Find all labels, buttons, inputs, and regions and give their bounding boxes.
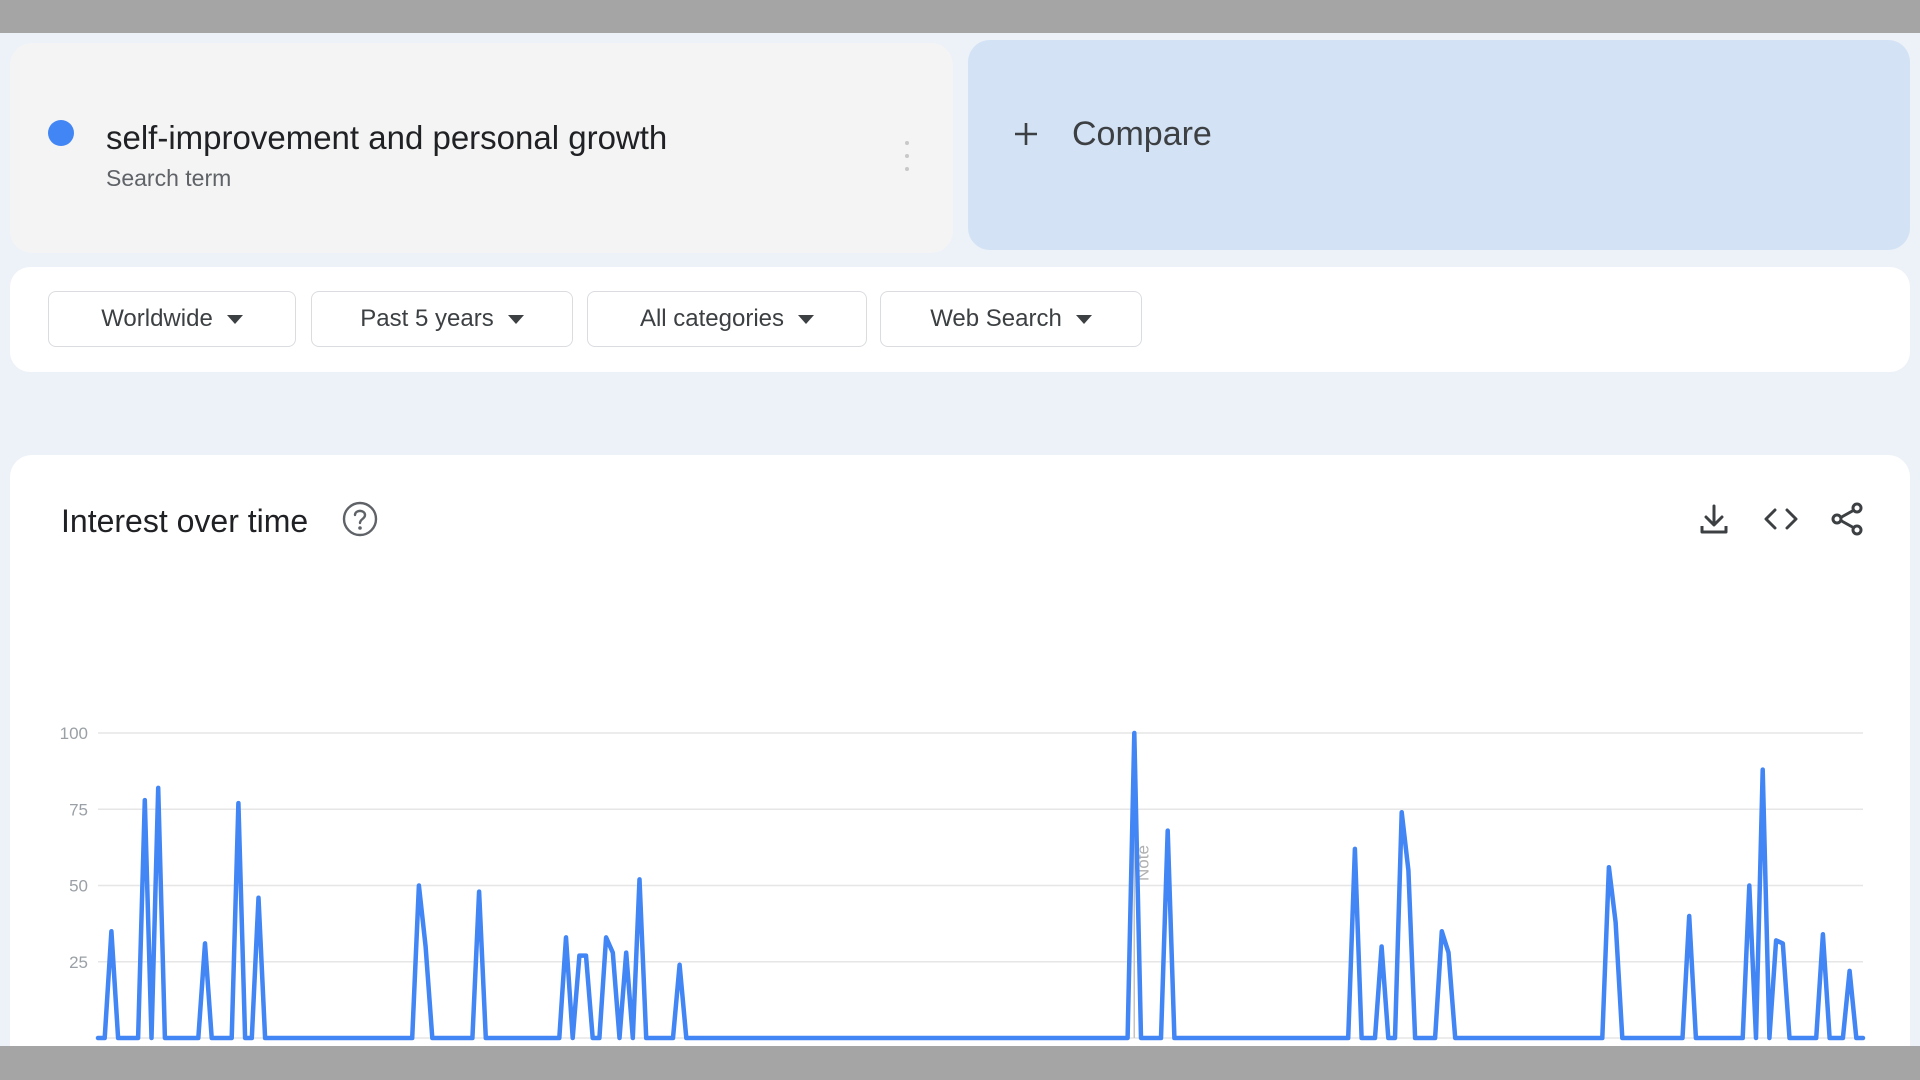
filter-category-label: All categories	[639, 305, 785, 332]
search-term-subtitle: Search term	[106, 165, 232, 191]
plus-icon	[1015, 123, 1037, 145]
series-color-dot	[48, 120, 74, 146]
filter-search-type[interactable]: Web Search	[880, 291, 1142, 347]
y-tick-label: 75	[69, 800, 88, 819]
compare-button[interactable]: Compare	[968, 40, 1910, 250]
interest-line-chart: 255075100NoteJan 6, 2019 Jul 5, 2020 Jan 2…	[60, 724, 1866, 1041]
filter-bar: Worldwide Past 5 years All categories We…	[10, 267, 1910, 372]
compare-label: Compare	[1072, 115, 1212, 153]
dropdown-caret-icon	[798, 314, 815, 324]
filter-category[interactable]: All categories	[587, 291, 867, 347]
more-vert-icon[interactable]	[903, 141, 911, 171]
y-tick-label: 25	[69, 953, 88, 972]
dropdown-caret-icon	[507, 314, 524, 324]
interest-over-time-card: Interest over time 25 50 75 100 Note Jan 6, 2…	[10, 455, 1910, 1046]
filter-time-range[interactable]: Past 5 years	[311, 291, 573, 347]
search-term-card[interactable]: self-improvement and personal growth Sea…	[10, 43, 953, 253]
filter-search-type-label: Web Search	[930, 305, 1062, 332]
trends-page: self-improvement and personal growth Sea…	[0, 33, 1920, 1046]
filter-time-range-label: Past 5 years	[360, 305, 494, 332]
y-tick-label: 50	[69, 877, 88, 896]
search-term-name: self-improvement and personal growth	[106, 119, 668, 156]
filter-region-label: Worldwide	[101, 305, 213, 332]
filter-region[interactable]: Worldwide	[48, 291, 296, 347]
dropdown-caret-icon	[1075, 314, 1092, 324]
dropdown-caret-icon	[226, 314, 243, 324]
y-tick-label: 100	[60, 724, 88, 743]
